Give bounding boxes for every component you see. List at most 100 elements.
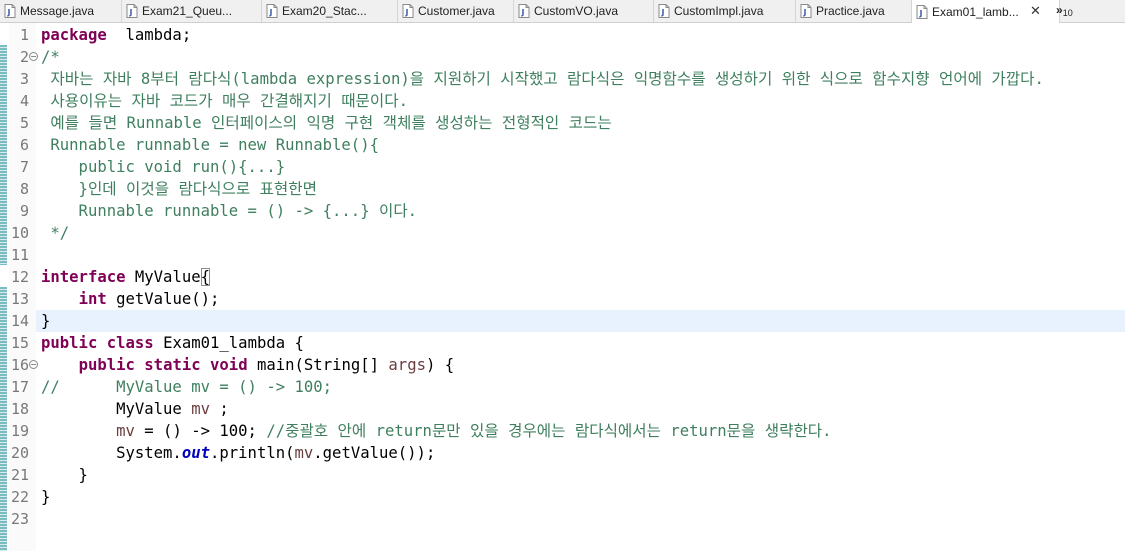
line-number: 19 bbox=[10, 422, 29, 440]
code-token: .getValue()); bbox=[313, 444, 436, 462]
editor-tab-label: CustomVO.java bbox=[534, 4, 619, 18]
code-token: MyValue bbox=[41, 400, 192, 418]
code-line: 16− public static void main(String[] arg… bbox=[0, 354, 1125, 376]
code-token: int bbox=[78, 290, 107, 308]
code-text[interactable]: /* bbox=[41, 46, 60, 68]
code-text[interactable]: public static void main(String[] args) { bbox=[41, 354, 455, 376]
line-number: 7 bbox=[19, 158, 29, 176]
line-number: 3 bbox=[19, 70, 29, 88]
code-line: 3 자바는 자바 8부터 람다식(lambda expression)을 지원하… bbox=[0, 68, 1125, 90]
code-token: public void run(){...} bbox=[41, 158, 286, 176]
code-token: // MyValue mv = () -> 100; bbox=[41, 378, 333, 396]
code-token: ) { bbox=[425, 356, 455, 374]
code-token: Runnable runnable = () -> {...} 이다. bbox=[41, 202, 418, 220]
java-file-icon: J bbox=[126, 4, 138, 18]
code-text[interactable]: Runnable runnable = new Runnable(){ bbox=[41, 134, 379, 156]
line-number: 20 bbox=[10, 444, 29, 462]
code-token: /* bbox=[41, 48, 60, 66]
line-number: 17 bbox=[10, 378, 29, 396]
code-token: //중괄호 안에 return문만 있을 경우에는 람다식에서는 return문… bbox=[266, 422, 832, 440]
editor-tab[interactable]: J Exam20_Stac... bbox=[262, 0, 398, 22]
line-number: 2 bbox=[19, 48, 29, 66]
code-token: void bbox=[210, 356, 248, 374]
code-token: Runnable runnable = new Runnable(){ bbox=[41, 136, 379, 154]
code-text[interactable]: System.out.println(mv.getValue()); bbox=[41, 442, 435, 464]
svg-text:J: J bbox=[919, 9, 923, 18]
editor-tab[interactable]: J Practice.java bbox=[796, 0, 912, 22]
line-number: 18 bbox=[10, 400, 29, 418]
code-token: static bbox=[144, 356, 201, 374]
code-text[interactable]: MyValue mv ; bbox=[41, 398, 229, 420]
code-line: 14} bbox=[0, 310, 1125, 332]
editor-tab[interactable]: J Customer.java bbox=[398, 0, 514, 22]
code-line: 15 public class Exam01_lambda { bbox=[0, 332, 1125, 354]
java-file-icon: J bbox=[4, 4, 16, 18]
code-line: 1 package lambda; bbox=[0, 24, 1125, 46]
code-token: }인데 이것을 람다식으로 표현한면 bbox=[41, 180, 317, 198]
code-token: 사용이유는 자바 코드가 매우 간결해지기 때문이다. bbox=[41, 92, 408, 110]
code-token: { bbox=[200, 268, 210, 286]
code-token: 예를 들면 Runnable 인터페이스의 익명 구현 객체를 생성하는 전형적… bbox=[41, 114, 612, 132]
code-text[interactable]: package lambda; bbox=[41, 24, 191, 46]
code-text[interactable]: mv = () -> 100; //중괄호 안에 return문만 있을 경우에… bbox=[41, 420, 832, 442]
editor-tab-bar: J Message.java J Exam21_Queu... J Exam20_Stac… bbox=[0, 0, 1125, 23]
code-text[interactable]: 자바는 자바 8부터 람다식(lambda expression)을 지원하기 … bbox=[41, 68, 1044, 90]
editor-tab[interactable]: J Message.java bbox=[0, 0, 122, 22]
code-text[interactable]: // MyValue mv = () -> 100; bbox=[41, 376, 332, 398]
code-line: 6 Runnable runnable = new Runnable(){ bbox=[0, 134, 1125, 156]
code-text[interactable]: } bbox=[41, 310, 50, 332]
line-number: 6 bbox=[19, 136, 29, 154]
editor-tab[interactable]: J Exam21_Queu... bbox=[122, 0, 262, 22]
editor-tab-label: Exam21_Queu... bbox=[142, 4, 233, 18]
line-number: 5 bbox=[19, 114, 29, 132]
tab-overflow-button[interactable]: »10 bbox=[1056, 3, 1073, 18]
code-line: 5 예를 들면 Runnable 인터페이스의 익명 구현 객체를 생성하는 전… bbox=[0, 112, 1125, 134]
java-file-icon: J bbox=[916, 4, 928, 19]
code-line: 11 bbox=[0, 244, 1125, 266]
line-number: 9 bbox=[19, 202, 29, 220]
java-file-icon: J bbox=[518, 4, 530, 18]
code-text[interactable]: 사용이유는 자바 코드가 매우 간결해지기 때문이다. bbox=[41, 90, 408, 112]
code-token: .println( bbox=[210, 444, 295, 462]
code-token: */ bbox=[41, 224, 70, 242]
code-text[interactable]: } bbox=[41, 464, 88, 486]
editor-tab[interactable]: J CustomImpl.java bbox=[654, 0, 796, 22]
editor-tab[interactable]: J CustomVO.java bbox=[514, 0, 654, 22]
fold-toggle-icon[interactable]: − bbox=[29, 52, 38, 61]
code-token: } bbox=[41, 312, 51, 330]
code-token: getValue(); bbox=[106, 290, 220, 308]
line-number: 12 bbox=[10, 268, 29, 286]
fold-toggle-icon[interactable]: − bbox=[29, 360, 38, 369]
code-token: out bbox=[181, 444, 210, 462]
code-text[interactable]: interface MyValue{ bbox=[41, 266, 210, 288]
code-text[interactable]: int getValue(); bbox=[41, 288, 220, 310]
code-line: 2−/* bbox=[0, 46, 1125, 68]
java-file-icon: J bbox=[800, 4, 812, 18]
code-text[interactable]: Runnable runnable = () -> {...} 이다. bbox=[41, 200, 418, 222]
code-line: 19 mv = () -> 100; //중괄호 안에 return문만 있을 … bbox=[0, 420, 1125, 442]
editor-tab-label: Message.java bbox=[20, 4, 95, 18]
code-line: 4 사용이유는 자바 코드가 매우 간결해지기 때문이다. bbox=[0, 90, 1125, 112]
code-line: 8 }인데 이것을 람다식으로 표현한면 bbox=[0, 178, 1125, 200]
code-text[interactable]: } bbox=[41, 486, 50, 508]
code-line: 7 public void run(){...} bbox=[0, 156, 1125, 178]
code-line: 22} bbox=[0, 486, 1125, 508]
code-text[interactable]: public class Exam01_lambda { bbox=[41, 332, 304, 354]
code-text[interactable]: 예를 들면 Runnable 인터페이스의 익명 구현 객체를 생성하는 전형적… bbox=[41, 112, 612, 134]
line-number: 15 bbox=[10, 334, 29, 352]
code-token: System. bbox=[41, 444, 182, 462]
code-token: ; bbox=[210, 400, 229, 418]
close-tab-icon[interactable]: ✕ bbox=[1030, 4, 1041, 19]
editor-tab-label: Customer.java bbox=[418, 4, 495, 18]
code-text[interactable]: */ bbox=[41, 222, 69, 244]
overflow-count: 10 bbox=[1062, 8, 1073, 18]
code-token: args bbox=[388, 356, 426, 374]
svg-text:J: J bbox=[405, 8, 409, 17]
code-text[interactable]: }인데 이것을 람다식으로 표현한면 bbox=[41, 178, 317, 200]
line-number: 8 bbox=[19, 180, 29, 198]
editor-tab-label: Exam20_Stac... bbox=[282, 4, 367, 18]
code-token: mv bbox=[116, 422, 135, 440]
code-text[interactable]: public void run(){...} bbox=[41, 156, 286, 178]
